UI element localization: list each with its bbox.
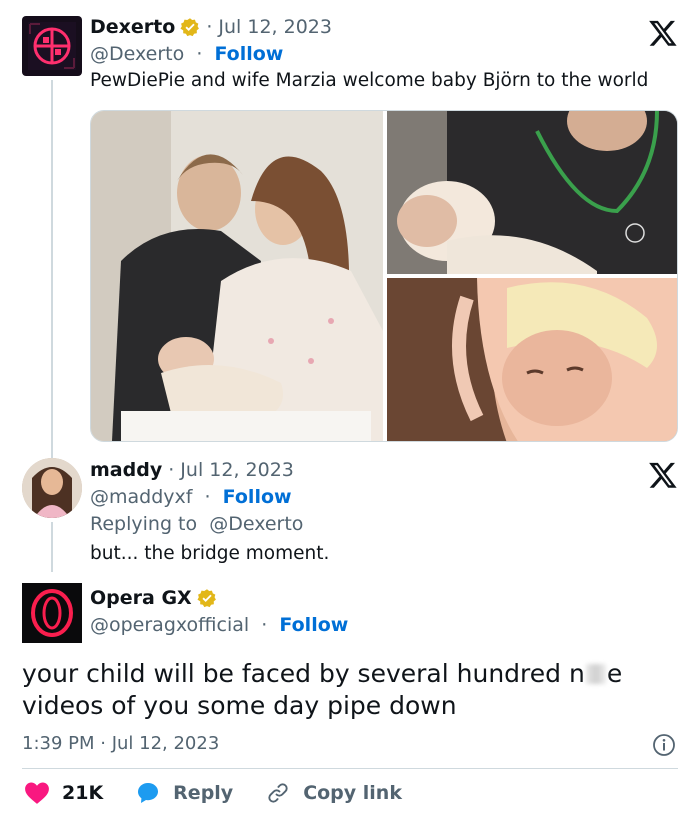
tweet3-name-row: Opera GX [90, 587, 217, 609]
reply-button[interactable]: Reply [135, 781, 233, 805]
censored-word [585, 664, 606, 684]
tweet-text: but... the bridge moment. [90, 543, 330, 564]
follow-button[interactable]: Follow [214, 43, 283, 65]
tweet-text: PewDiePie and wife Marzia welcome baby B… [90, 70, 649, 91]
tweet-date[interactable]: · Jul 12, 2023 [206, 16, 332, 38]
tweet2-name-row: maddy · Jul 12, 2023 [90, 459, 294, 481]
tweet1-handle-row: @Dexerto · Follow [90, 43, 283, 65]
author-name[interactable]: maddy [90, 459, 162, 481]
author-name[interactable]: Opera GX [90, 587, 192, 609]
like-button[interactable]: 21K [24, 781, 103, 805]
media-photo-family[interactable] [91, 111, 383, 441]
copy-link-label: Copy link [303, 782, 402, 804]
opera-gx-logo-icon [22, 583, 82, 643]
author-handle[interactable]: @operagxofficial [90, 614, 249, 636]
tweet-timestamp[interactable]: 1:39 PM · Jul 12, 2023 [22, 733, 219, 754]
thread-connector-2 [51, 522, 53, 572]
maddy-avatar[interactable] [22, 458, 82, 518]
family-photo-illustration [91, 111, 383, 441]
follow-button[interactable]: Follow [223, 486, 292, 508]
author-handle[interactable]: @maddyxf [90, 486, 192, 508]
media-photo-baby-held[interactable] [387, 111, 677, 274]
baby-closeup-illustration [387, 278, 677, 441]
maddy-avatar-image [22, 458, 82, 518]
actions-divider [22, 768, 678, 769]
author-handle[interactable]: @Dexerto [90, 43, 184, 65]
dexerto-avatar[interactable] [22, 16, 82, 76]
operagx-avatar[interactable] [22, 583, 82, 643]
baby-held-illustration [387, 111, 677, 274]
tweet-actions-bar: 21K Reply Copy link [24, 781, 434, 805]
verified-badge-icon [197, 589, 216, 608]
follow-button[interactable]: Follow [279, 614, 348, 636]
replying-to-handle[interactable]: @Dexerto [209, 513, 303, 535]
heart-icon [25, 782, 49, 804]
separator-dot: · [198, 486, 217, 508]
tweet-media-grid[interactable] [90, 110, 678, 442]
copy-link-button[interactable]: Copy link [265, 781, 402, 805]
reply-bubble-icon [138, 783, 159, 803]
main-tweet-text-line2: videos of you some day pipe down [22, 691, 457, 720]
author-name[interactable]: Dexerto [90, 16, 175, 38]
replying-to-line: Replying to @Dexerto [90, 513, 303, 535]
x-logo-icon[interactable] [648, 18, 678, 48]
verified-badge-icon [180, 18, 200, 37]
tweet1-name-row: Dexerto · Jul 12, 2023 [90, 16, 332, 38]
info-icon[interactable] [652, 733, 676, 757]
replying-to-label: Replying to [90, 513, 204, 535]
main-tweet-text-line1: your child will be faced by several hund… [22, 658, 622, 690]
x-logo-icon[interactable] [648, 460, 678, 490]
tweet-date[interactable]: · Jul 12, 2023 [168, 459, 294, 481]
tweet3-handle-row: @operagxofficial · Follow [90, 614, 348, 636]
main-tweet-text-part-b: e [606, 659, 623, 688]
like-count: 21K [62, 782, 104, 804]
tweet2-handle-row: @maddyxf · Follow [90, 486, 292, 508]
dexerto-logo-icon [28, 22, 76, 70]
separator-dot: · [255, 614, 274, 636]
thread-connector-1 [51, 80, 53, 458]
link-icon [268, 783, 288, 803]
main-tweet-text-part-a: your child will be faced by several hund… [22, 659, 585, 688]
separator-dot: · [190, 43, 209, 65]
reply-label: Reply [173, 782, 234, 804]
media-photo-baby-closeup[interactable] [387, 278, 677, 441]
